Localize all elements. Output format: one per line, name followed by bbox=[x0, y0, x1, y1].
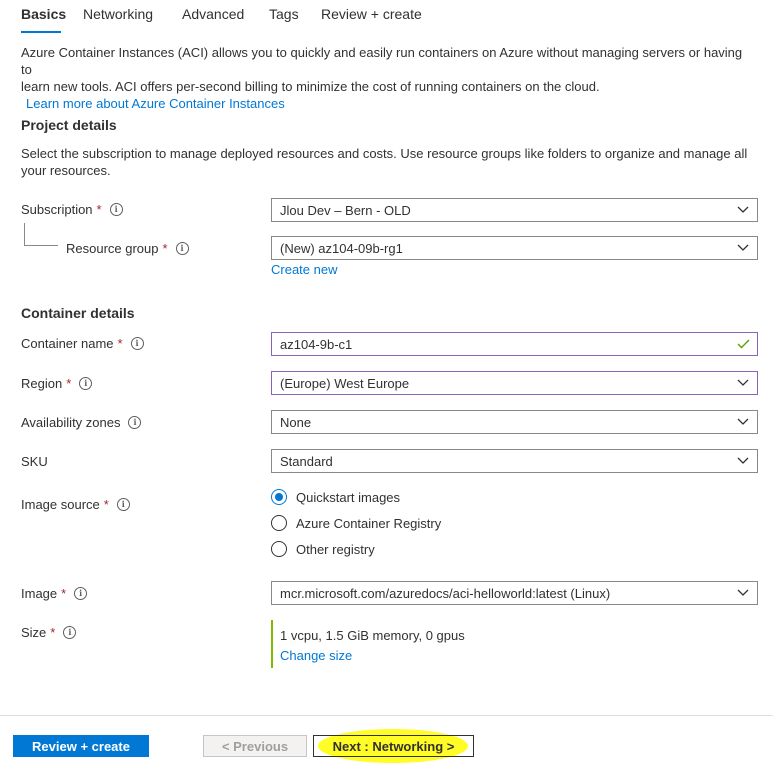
size-value: 1 vcpu, 1.5 GiB memory, 0 gpus bbox=[280, 628, 465, 643]
previous-button: < Previous bbox=[203, 735, 307, 757]
radio-other-registry[interactable]: Other registry bbox=[271, 541, 375, 557]
chevron-down-icon bbox=[729, 199, 757, 221]
image-value: mcr.microsoft.com/azuredocs/aci-hellowor… bbox=[280, 585, 611, 601]
project-desc-line-2: your resources. bbox=[21, 163, 111, 178]
required-marker: * bbox=[50, 625, 56, 640]
tree-connector-vertical bbox=[24, 223, 25, 245]
image-source-label-text: Image source bbox=[21, 497, 100, 512]
subscription-label: Subscription * i bbox=[21, 202, 123, 217]
subscription-value: Jlou Dev – Bern - OLD bbox=[280, 202, 411, 218]
create-new-link[interactable]: Create new bbox=[271, 262, 337, 277]
info-icon[interactable]: i bbox=[116, 498, 130, 511]
image-dropdown[interactable]: mcr.microsoft.com/azuredocs/aci-hellowor… bbox=[271, 581, 758, 605]
sku-label-text: SKU bbox=[21, 454, 48, 469]
required-marker: * bbox=[61, 586, 67, 601]
info-icon[interactable]: i bbox=[63, 626, 77, 639]
availability-zones-label: Availability zones i bbox=[21, 415, 142, 430]
container-name-label: Container name * i bbox=[21, 336, 144, 351]
next-networking-button[interactable]: Next : Networking > bbox=[313, 735, 474, 757]
radio-button[interactable] bbox=[271, 515, 287, 531]
project-details-description: Select the subscription to manage deploy… bbox=[21, 145, 756, 179]
radio-quickstart-images[interactable]: Quickstart images bbox=[271, 489, 400, 505]
availability-zones-dropdown[interactable]: None bbox=[271, 410, 758, 434]
subscription-dropdown[interactable]: Jlou Dev – Bern - OLD bbox=[271, 198, 758, 222]
info-icon[interactable]: i bbox=[109, 203, 123, 216]
container-details-heading: Container details bbox=[21, 305, 135, 321]
image-label: Image * i bbox=[21, 586, 88, 601]
radio-azure-container-registry[interactable]: Azure Container Registry bbox=[271, 515, 441, 531]
review-create-button[interactable]: Review + create bbox=[13, 735, 149, 757]
required-marker: * bbox=[66, 376, 72, 391]
footer-divider bbox=[0, 715, 773, 716]
tab-review-create[interactable]: Review + create bbox=[321, 6, 422, 22]
availability-zones-label-text: Availability zones bbox=[21, 415, 121, 430]
required-marker: * bbox=[162, 241, 168, 256]
resource-group-label: Resource group * i bbox=[66, 241, 189, 256]
intro-line-2: learn new tools. ACI offers per-second b… bbox=[21, 79, 600, 94]
required-marker: * bbox=[103, 497, 109, 512]
radio-button-selected[interactable] bbox=[271, 489, 287, 505]
project-details-heading: Project details bbox=[21, 117, 117, 133]
image-label-text: Image bbox=[21, 586, 58, 601]
radio-label: Azure Container Registry bbox=[296, 515, 442, 531]
resource-group-label-text: Resource group bbox=[66, 241, 159, 256]
required-marker: * bbox=[96, 202, 102, 217]
chevron-down-icon bbox=[729, 582, 757, 604]
sku-dropdown[interactable]: Standard bbox=[271, 449, 758, 473]
tab-networking[interactable]: Networking bbox=[83, 6, 153, 22]
size-label-text: Size bbox=[21, 625, 47, 640]
region-value: (Europe) West Europe bbox=[280, 375, 410, 391]
info-icon[interactable]: i bbox=[175, 242, 189, 255]
size-label: Size * i bbox=[21, 625, 77, 640]
resource-group-dropdown[interactable]: (New) az104-09b-rg1 bbox=[271, 236, 758, 260]
chevron-down-icon bbox=[729, 450, 757, 472]
region-dropdown[interactable]: (Europe) West Europe bbox=[271, 371, 758, 395]
container-name-value: az104-9b-c1 bbox=[280, 336, 353, 352]
radio-button[interactable] bbox=[271, 541, 287, 557]
info-icon[interactable]: i bbox=[130, 337, 144, 350]
change-size-link[interactable]: Change size bbox=[280, 648, 352, 663]
active-tab-indicator bbox=[21, 31, 61, 33]
learn-more-link[interactable]: Learn more about Azure Container Instanc… bbox=[26, 96, 285, 111]
intro-line-1: Azure Container Instances (ACI) allows y… bbox=[21, 45, 743, 77]
required-marker: * bbox=[117, 336, 123, 351]
region-label-text: Region bbox=[21, 376, 63, 391]
chevron-down-icon bbox=[729, 372, 757, 394]
container-name-input[interactable]: az104-9b-c1 bbox=[271, 332, 758, 356]
size-indicator-bar bbox=[271, 620, 273, 668]
info-icon[interactable]: i bbox=[74, 587, 88, 600]
subscription-label-text: Subscription bbox=[21, 202, 93, 217]
chevron-down-icon bbox=[729, 411, 757, 433]
tree-connector-horizontal bbox=[24, 245, 58, 246]
chevron-down-icon bbox=[729, 237, 757, 259]
container-name-label-text: Container name bbox=[21, 336, 114, 351]
sku-value: Standard bbox=[280, 453, 333, 469]
availability-zones-value: None bbox=[280, 414, 312, 430]
radio-label: Quickstart images bbox=[296, 489, 401, 505]
image-source-label: Image source * i bbox=[21, 497, 130, 512]
sku-label: SKU bbox=[21, 454, 48, 469]
checkmark-icon bbox=[729, 333, 757, 355]
tab-advanced[interactable]: Advanced bbox=[182, 6, 244, 22]
region-label: Region * i bbox=[21, 376, 93, 391]
resource-group-value: (New) az104-09b-rg1 bbox=[280, 240, 403, 256]
radio-label: Other registry bbox=[296, 541, 375, 557]
intro-description: Azure Container Instances (ACI) allows y… bbox=[21, 44, 756, 112]
project-desc-line-1: Select the subscription to manage deploy… bbox=[21, 146, 748, 161]
tab-basics[interactable]: Basics bbox=[21, 6, 66, 22]
tab-tags[interactable]: Tags bbox=[269, 6, 299, 22]
info-icon[interactable]: i bbox=[128, 416, 142, 429]
info-icon[interactable]: i bbox=[79, 377, 93, 390]
